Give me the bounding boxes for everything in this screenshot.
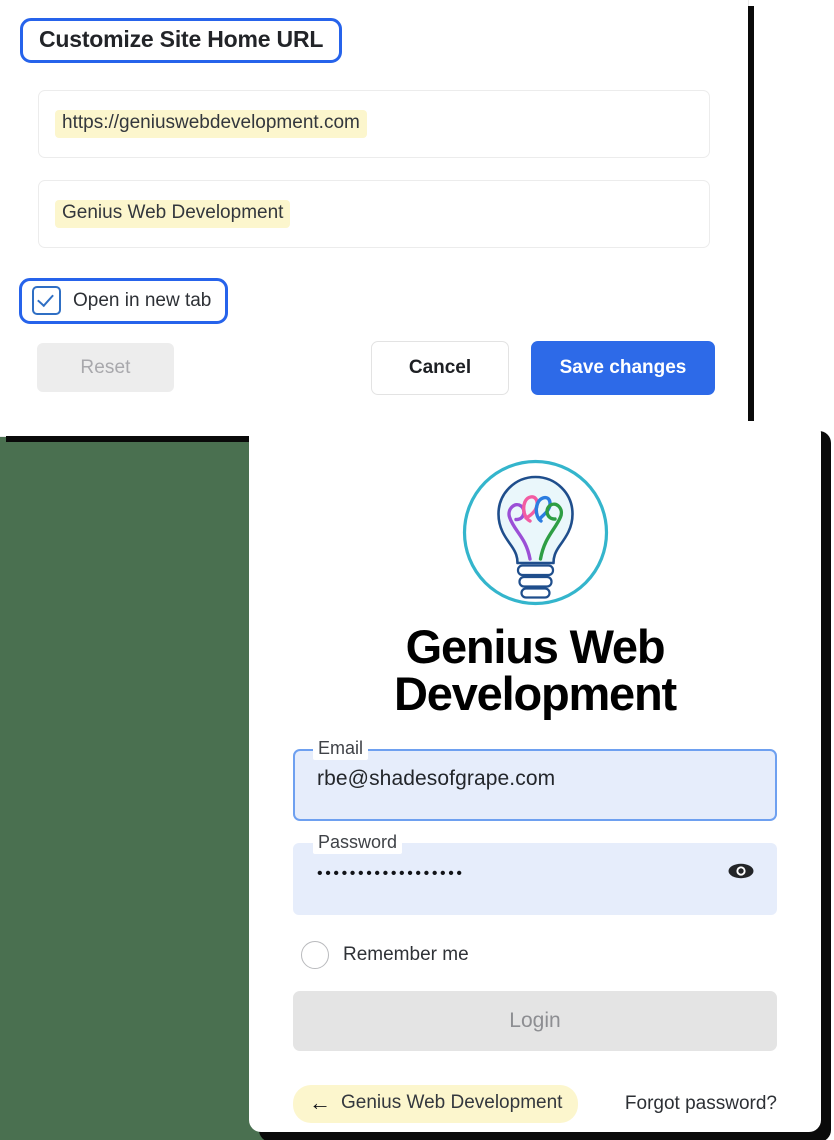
login-button[interactable]: Login [293,991,777,1051]
email-value: rbe@shadesofgrape.com [317,767,556,790]
login-footer: ← Genius Web Development Forgot password… [293,1085,777,1123]
open-in-new-tab-label: Open in new tab [73,289,212,311]
login-dialog: Genius Web Development Email rbe@shadeso… [249,421,821,1132]
customize-site-home-url-dialog: Customize Site Home URL https://geniuswe… [0,0,748,436]
site-url-value: https://geniuswebdevelopment.com [55,109,367,139]
back-to-site-link[interactable]: ← Genius Web Development [293,1085,579,1123]
email-label: Email [313,738,369,760]
open-in-new-tab-checkbox[interactable]: Open in new tab [19,278,229,324]
remember-me-checkbox[interactable]: Remember me [293,941,777,969]
site-url-input[interactable]: https://geniuswebdevelopment.com [38,90,710,158]
eye-icon[interactable] [727,859,755,883]
dialog-title-focus-ring: Customize Site Home URL [20,18,343,63]
password-field[interactable]: Password •••••••••••••••••• [293,832,777,915]
save-changes-button[interactable]: Save changes [531,341,715,395]
password-label: Password [313,832,403,854]
site-title-input[interactable]: Genius Web Development [38,180,710,248]
background-block [0,435,271,1140]
checkbox-checked-icon[interactable] [32,286,61,315]
reset-button[interactable]: Reset [37,343,174,392]
cancel-button[interactable]: Cancel [371,341,509,395]
brand-title: Genius Web Development [293,623,777,717]
site-title-value: Genius Web Development [55,199,291,229]
remember-me-label: Remember me [343,944,469,965]
page-title: Customize Site Home URL [39,26,324,52]
password-value: •••••••••••••••••• [317,865,465,882]
brand-logo [458,421,613,615]
brand-title-line-2: Development [394,667,677,720]
email-field[interactable]: Email rbe@shadesofgrape.com [293,738,777,821]
forgot-password-link[interactable]: Forgot password? [625,1093,777,1115]
brand-title-line-1: Genius Web [405,620,666,673]
arrow-left-icon: ← [309,1090,331,1115]
checkbox-unchecked-icon[interactable] [301,941,329,969]
lightbulb-icon [462,459,608,606]
back-to-site-label: Genius Web Development [341,1092,563,1113]
